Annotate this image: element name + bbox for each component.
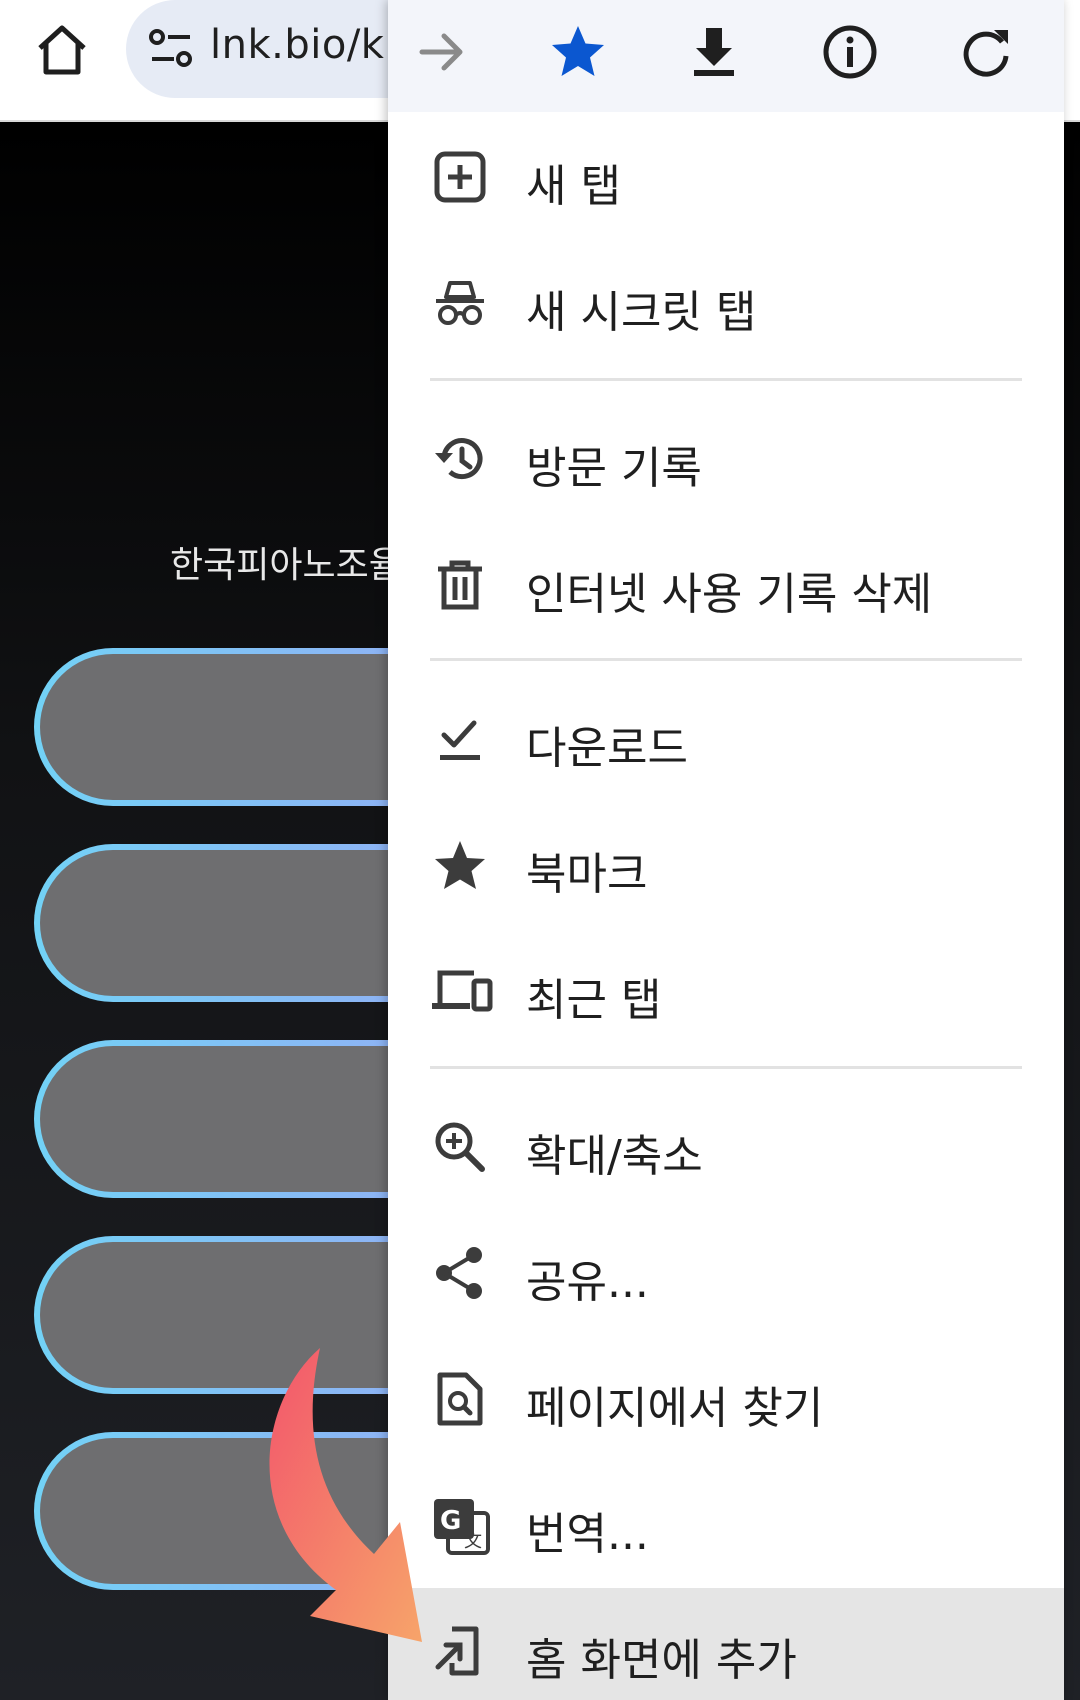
site-settings-icon[interactable]: [148, 26, 194, 72]
menu-item-label: 확대/축소: [526, 1131, 703, 1182]
menu-item-label: 홈 화면에 추가: [526, 1635, 797, 1686]
menu-item-label: 방문 기록: [526, 443, 702, 494]
svg-text:G: G: [440, 1506, 461, 1536]
menu-divider: [430, 378, 1022, 381]
new-tab-icon: [432, 149, 488, 205]
trash-icon: [432, 557, 488, 613]
menu-item-label: 번역...: [526, 1509, 649, 1560]
menu-item-label: 새 시크릿 탭: [526, 287, 757, 338]
menu-item-clear-browsing-data[interactable]: 인터넷 사용 기록 삭제: [388, 522, 1064, 648]
curved-arrow-annotation: [240, 1340, 440, 1660]
incognito-icon: [432, 275, 488, 331]
menu-item-new-incognito-tab[interactable]: 새 시크릿 탭: [388, 240, 1064, 366]
forward-arrow-icon[interactable]: [410, 20, 474, 84]
menu-item-label: 인터넷 사용 기록 삭제: [526, 569, 933, 620]
page-description: 한국피아노조율: [170, 545, 402, 586]
download-icon[interactable]: [682, 20, 746, 84]
menu-item-downloads[interactable]: 다운로드: [388, 676, 1064, 802]
share-icon: [432, 1245, 488, 1301]
menu-item-label: 다운로드: [526, 723, 688, 774]
url-text: lnk.bio/kp: [210, 22, 411, 68]
zoom-in-icon: [432, 1119, 488, 1175]
menu-item-label: 페이지에서 찾기: [526, 1383, 824, 1434]
find-in-page-icon: [432, 1371, 488, 1427]
star-icon: [432, 837, 488, 893]
menu-item-label: 새 탭: [526, 161, 621, 212]
info-icon[interactable]: [818, 20, 882, 84]
downloads-check-icon: [432, 711, 488, 767]
menu-item-new-tab[interactable]: 새 탭: [388, 114, 1064, 240]
menu-action-bar: [388, 0, 1064, 112]
devices-icon: [432, 963, 493, 1019]
menu-item-bookmarks[interactable]: 북마크: [388, 802, 1064, 928]
menu-item-translate[interactable]: G 文 번역...: [388, 1462, 1064, 1588]
add-to-home-icon: [432, 1623, 488, 1679]
menu-item-find-in-page[interactable]: 페이지에서 찾기: [388, 1336, 1064, 1462]
bookmark-star-icon[interactable]: [546, 20, 610, 84]
menu-item-recent-tabs[interactable]: 최근 탭: [388, 928, 1064, 1054]
svg-text:文: 文: [464, 1531, 482, 1552]
menu-divider: [430, 658, 1022, 661]
menu-item-label: 북마크: [526, 849, 648, 900]
menu-item-label: 최근 탭: [526, 975, 662, 1026]
home-icon[interactable]: [30, 18, 94, 82]
menu-divider: [430, 1066, 1022, 1069]
overflow-menu: 새 탭 새 시크릿 탭 방문 기록 인터넷 사용 기록 삭제 다운로드 북마크 …: [388, 0, 1064, 1700]
translate-icon: G 文: [432, 1497, 490, 1555]
menu-item-share[interactable]: 공유...: [388, 1210, 1064, 1336]
reload-icon[interactable]: [954, 20, 1018, 84]
menu-item-add-to-home-screen[interactable]: 홈 화면에 추가: [388, 1588, 1064, 1700]
menu-item-label: 공유...: [526, 1257, 649, 1308]
menu-item-history[interactable]: 방문 기록: [388, 396, 1064, 522]
menu-item-zoom[interactable]: 확대/축소: [388, 1084, 1064, 1210]
history-icon: [432, 431, 488, 487]
